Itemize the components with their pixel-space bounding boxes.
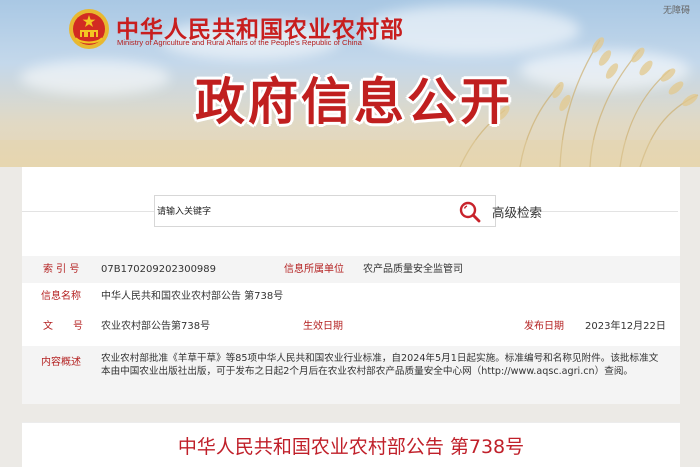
org-value: 农产品质量安全监管司 — [363, 264, 463, 275]
article-title: 中华人民共和国农业农村部公告 第738号 — [177, 436, 525, 458]
name-value: 中华人民共和国农业农村部公告 第738号 — [101, 291, 284, 302]
meta-row-index: 索 引 号 07B170209202300989 信息所属单位 农产品质量安全监… — [22, 256, 680, 283]
effective-date-label: 生效日期 — [303, 321, 343, 332]
doc-number-value: 农业农村部公告第738号 — [101, 321, 211, 332]
page-title: 政府信息公开 — [195, 73, 513, 131]
summary-label: 内容概述 — [41, 357, 81, 368]
main-content: 高级检索 索 引 号 07B170209202300989 信息所属单位 农产品… — [22, 167, 680, 467]
summary-text: 农业农村部批准《羊草干草》等85项中华人民共和国农业行业标准，自2024年5月1… — [101, 353, 659, 377]
meta-row-doc: 文 号 农业农村部公告第738号 生效日期 发布日期 2023年12月22日 — [22, 313, 680, 340]
search-input[interactable] — [157, 203, 427, 221]
search-button[interactable] — [457, 199, 483, 225]
accessibility-link[interactable]: 无障碍 — [663, 3, 690, 16]
national-emblem-icon — [69, 9, 109, 49]
advanced-search-link[interactable]: 高级检索 — [492, 202, 542, 221]
doc-number-label: 文 号 — [43, 321, 83, 332]
section-gap — [22, 404, 680, 422]
search-box — [154, 195, 496, 227]
article-card: 中华人民共和国农业农村部公告 第738号 — [22, 422, 680, 467]
index-value: 07B170209202300989 — [101, 264, 217, 275]
name-label: 信息名称 — [41, 291, 81, 302]
publish-date-value: 2023年12月22日 — [585, 321, 666, 332]
meta-row-name: 信息名称 中华人民共和国农业农村部公告 第738号 — [22, 283, 680, 310]
publish-date-label: 发布日期 — [524, 321, 564, 332]
org-label: 信息所属单位 — [284, 264, 344, 275]
summary-row: 内容概述 农业农村部批准《羊草干草》等85项中华人民共和国农业行业标准，自202… — [22, 346, 680, 404]
index-label: 索 引 号 — [43, 264, 80, 275]
ministry-name-en: Ministry of Agriculture and Rural Affair… — [117, 38, 362, 47]
search-icon — [459, 201, 481, 223]
header-banner: 中华人民共和国农业农村部 Ministry of Agriculture and… — [0, 0, 700, 167]
